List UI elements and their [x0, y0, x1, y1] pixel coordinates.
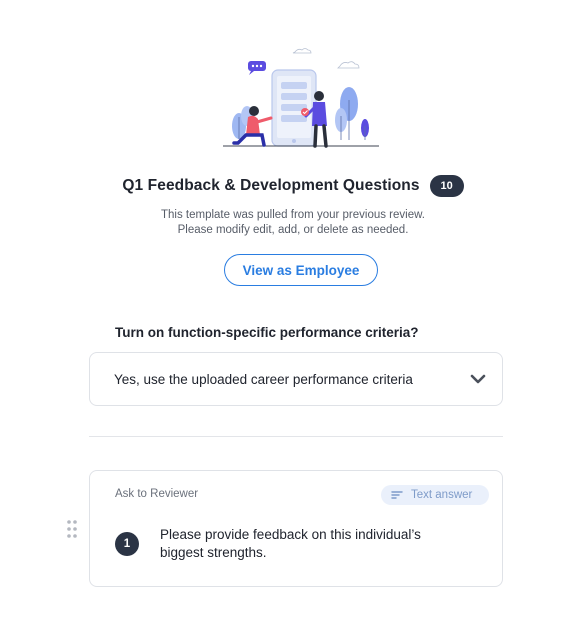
- answer-type-pill[interactable]: Text answer: [381, 485, 489, 505]
- drag-handle-icon[interactable]: [66, 519, 78, 539]
- criteria-dropdown[interactable]: Yes, use the uploaded career performance…: [89, 352, 503, 406]
- answer-type-label: Text answer: [411, 489, 473, 501]
- question-number: 1: [115, 532, 139, 556]
- criteria-question-label: Turn on function-specific performance cr…: [115, 325, 419, 340]
- ask-to-reviewer-label: Ask to Reviewer: [115, 488, 199, 500]
- review-illustration: [223, 48, 379, 148]
- description-line-1: This template was pulled from your previ…: [161, 209, 425, 221]
- text-lines-icon: [391, 491, 403, 499]
- page-title: Q1 Feedback & Development Questions: [122, 177, 420, 194]
- template-header: Q1 Feedback & Development Questions 10: [0, 175, 586, 197]
- section-divider: [89, 436, 503, 437]
- view-as-employee-button[interactable]: View as Employee: [224, 254, 378, 286]
- chevron-down-icon[interactable]: [470, 373, 486, 385]
- criteria-selected-value: Yes, use the uploaded career performance…: [114, 371, 413, 387]
- template-description: This template was pulled from your previ…: [0, 208, 586, 238]
- question-text: Please provide feedback on this individu…: [160, 527, 421, 560]
- question-card[interactable]: Ask to Reviewer Text answer 1 Please pro…: [89, 470, 503, 587]
- description-line-2: Please modify edit, add, or delete as ne…: [177, 224, 409, 236]
- question-count-badge: 10: [429, 175, 464, 197]
